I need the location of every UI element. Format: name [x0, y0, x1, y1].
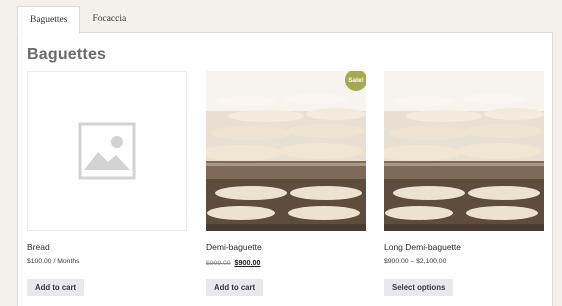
select-options-button[interactable]: Select options: [384, 279, 454, 296]
panel-title: Baguettes: [27, 46, 107, 63]
baguettes-on-rack-photo: [384, 71, 544, 231]
sale-badge: Sale!: [345, 71, 366, 91]
product-name[interactable]: Long Demi-baguette: [384, 242, 544, 252]
product-image-link[interactable]: [27, 71, 187, 231]
tab-focaccia[interactable]: Focaccia: [80, 6, 138, 33]
product-card: Sale! Demi-baguette $999.00 $900.00 Add …: [206, 71, 366, 296]
old-price: $999.00: [206, 260, 231, 267]
baguettes-on-rack-photo: [206, 71, 366, 231]
product-card: Long Demi-baguette $900.00 – $2,100.00 S…: [384, 71, 544, 296]
product-image-link[interactable]: [384, 71, 544, 231]
tab-panel: Baguettes Bread $100.00 / Months Add to …: [17, 32, 553, 306]
product-price: $999.00 $900.00: [206, 258, 366, 268]
product-price: $100.00 / Months: [27, 258, 80, 265]
product-name[interactable]: Demi-baguette: [206, 242, 366, 252]
add-to-cart-button[interactable]: Add to cart: [27, 279, 85, 296]
add-to-cart-button[interactable]: Add to cart: [206, 279, 264, 296]
product-card: Bread $100.00 / Months Add to cart: [27, 71, 187, 296]
product-price: $900.00 – $2,100.00: [384, 258, 447, 265]
sale-price: $900.00: [234, 258, 261, 267]
category-tabs: Baguettes Focaccia: [17, 6, 138, 34]
tab-baguettes[interactable]: Baguettes: [17, 6, 81, 34]
product-image-link[interactable]: Sale!: [206, 71, 366, 231]
product-name[interactable]: Bread: [27, 242, 187, 252]
placeholder-image-icon: [78, 122, 136, 180]
